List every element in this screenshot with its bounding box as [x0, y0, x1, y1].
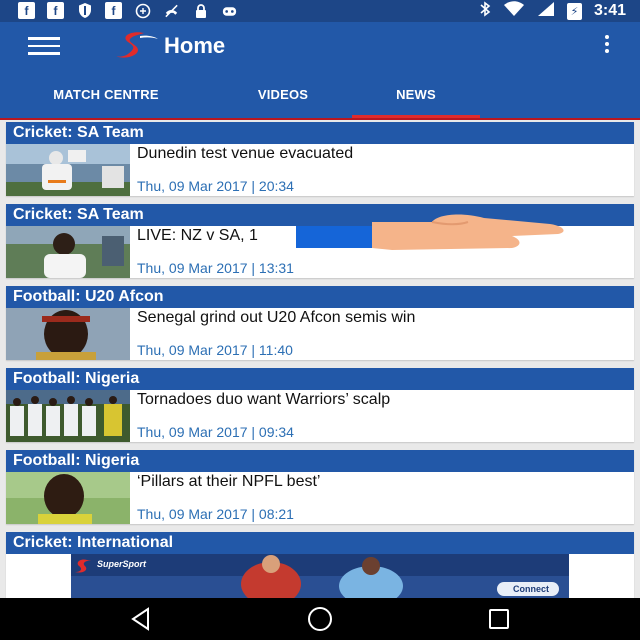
news-date: Thu, 09 Mar 2017 | 20:34 [137, 178, 294, 194]
notification-icons: f f f [18, 2, 238, 19]
navigation-bar [0, 598, 640, 640]
gamepad-icon [221, 2, 238, 19]
back-icon[interactable] [126, 605, 156, 633]
news-list[interactable]: Cricket: SA Team Dunedin test venue evac… [0, 120, 640, 598]
menu-icon[interactable] [28, 37, 60, 55]
facebook-icon: f [105, 2, 122, 19]
tab-match-centre[interactable]: MATCH CENTRE [20, 70, 192, 118]
news-card[interactable]: Football: U20 Afcon Senegal grind out U2… [6, 286, 634, 360]
news-headline: LIVE: NZ v SA, 1 [137, 227, 258, 244]
news-thumbnail [6, 144, 130, 196]
news-headline: ‘Pillars at their NPFL best’ [137, 473, 321, 490]
wifi-icon [503, 1, 525, 21]
news-date: Thu, 09 Mar 2017 | 11:40 [137, 342, 293, 358]
shield-icon [76, 2, 93, 19]
page-title: Home [164, 33, 226, 58]
tab-bar: MATCH CENTRE VIDEOS NEWS [0, 70, 640, 118]
lock-icon [192, 2, 209, 19]
tab-videos[interactable]: VIDEOS [220, 70, 346, 118]
status-time: 3:41 [593, 2, 626, 19]
ad-connect-button[interactable]: Connect [513, 584, 549, 594]
news-date: Thu, 09 Mar 2017 | 09:34 [137, 424, 294, 440]
bluetooth-icon [479, 1, 491, 21]
data-saver-icon [134, 2, 151, 19]
home-icon[interactable] [305, 605, 335, 633]
facebook-icon: f [47, 2, 64, 19]
news-category: Football: U20 Afcon [6, 286, 634, 308]
news-thumbnail [6, 472, 130, 524]
news-category: Cricket: SA Team [6, 122, 634, 144]
facebook-icon: f [18, 2, 35, 19]
news-thumbnail [6, 390, 130, 442]
ad-banner[interactable]: SuperSport Connect [71, 554, 569, 598]
news-category: Football: Nigeria [6, 368, 634, 390]
news-thumbnail [6, 226, 130, 278]
redaction-block [296, 226, 372, 248]
battery-icon: ⚡ [566, 2, 582, 20]
news-card[interactable]: Cricket: SA Team Dunedin test venue evac… [6, 122, 634, 196]
system-status: ⚡ 3:41 [479, 1, 626, 21]
supersport-logo [116, 32, 158, 58]
app-bar: Home [0, 22, 640, 70]
news-headline: Senegal grind out U20 Afcon semis win [137, 309, 416, 326]
ad-brand: SuperSport [97, 559, 147, 569]
news-headline: Tornadoes duo want Warriors’ scalp [137, 391, 391, 408]
news-date: Thu, 09 Mar 2017 | 08:21 [137, 506, 294, 522]
news-thumbnail [6, 308, 130, 360]
pointing-hand-icon [372, 214, 564, 250]
news-category: Cricket: International [6, 532, 634, 554]
overflow-menu-icon[interactable] [602, 35, 612, 57]
status-bar: f f f ⚡ 3:41 [0, 0, 640, 22]
news-headline: Dunedin test venue evacuated [137, 145, 354, 162]
cellular-signal-icon [537, 1, 555, 21]
no-phone-icon [163, 2, 180, 19]
recents-icon[interactable] [484, 605, 514, 633]
tab-news[interactable]: NEWS [352, 70, 480, 118]
news-card[interactable]: Football: Nigeria Tornadoes duo want War… [6, 368, 634, 442]
news-date: Thu, 09 Mar 2017 | 13:31 [137, 260, 294, 276]
news-category: Football: Nigeria [6, 450, 634, 472]
news-card[interactable]: Football: Nigeria ‘Pillars at their NPFL… [6, 450, 634, 524]
